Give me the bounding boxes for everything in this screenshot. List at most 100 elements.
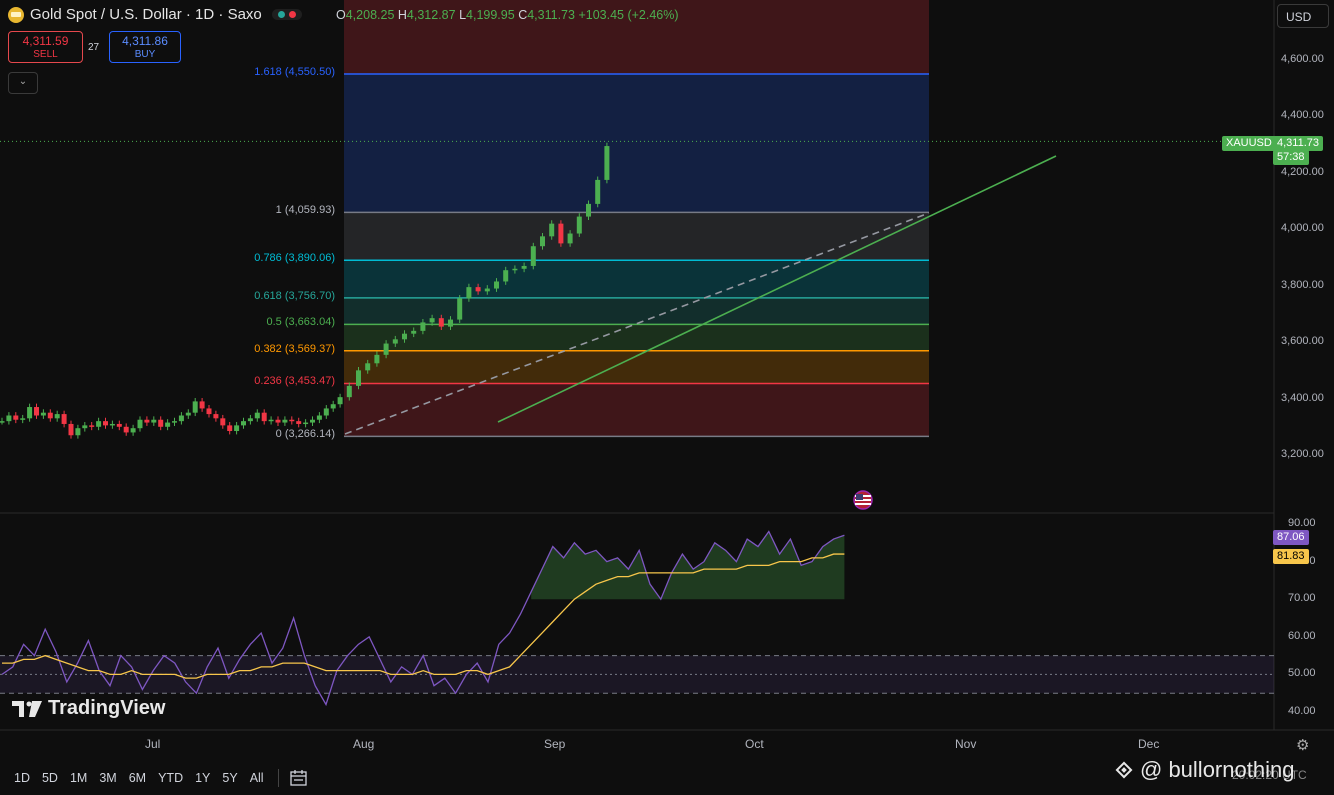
candle-body (54, 414, 60, 419)
candle-body (420, 322, 426, 331)
candle-body (27, 407, 33, 419)
market-open-icon (277, 11, 285, 18)
price-axis-label: 3,400.00 (1281, 391, 1324, 404)
candle-body (89, 425, 95, 427)
candle-body (151, 419, 157, 423)
symbol-title-text: Gold Spot / U.S. Dollar · 1D · Saxo (30, 6, 262, 23)
candle-body (503, 270, 509, 282)
buy-label: BUY (134, 49, 156, 60)
high-value: 4,312.87 (406, 8, 456, 22)
candle-body (61, 414, 67, 424)
delayed-data-icon (288, 11, 296, 18)
close-value: 4,311.73 (527, 8, 575, 22)
candle-body (475, 287, 481, 292)
candle-body (109, 423, 115, 426)
market-status[interactable] (271, 9, 302, 20)
time-axis-label: Aug (353, 737, 375, 751)
candle-body (261, 412, 267, 422)
candle-body (310, 419, 315, 423)
us-flag-icon[interactable] (852, 490, 874, 510)
price-axis-label: 3,800.00 (1281, 278, 1324, 291)
fib-level-label: 0.618 (3,756.70) (254, 289, 335, 302)
candle-body (241, 421, 246, 426)
fib-zone (344, 73, 929, 213)
price-axis-label: 3,200.00 (1281, 448, 1324, 460)
candle-body (595, 179, 601, 204)
rsi-axis-label: 40.00 (1288, 705, 1316, 717)
candle-body (199, 401, 205, 409)
time-axis-label: Sep (544, 737, 566, 751)
candle-body (604, 146, 610, 180)
candle-body (549, 223, 555, 237)
candle-body (34, 407, 39, 416)
range-1y[interactable]: 1Y (191, 769, 214, 787)
sell-button[interactable]: 4,311.59 SELL (8, 31, 83, 63)
rsi-value-tag: 87.06 (1273, 530, 1309, 545)
fib-level-label: 0.5 (3,663.04) (266, 316, 336, 329)
fib-level-label: 0 (3,266.14) (275, 428, 335, 441)
candle-body (383, 343, 389, 355)
price-axis-label: 3,600.00 (1281, 335, 1324, 348)
range-ytd[interactable]: YTD (154, 769, 187, 787)
candle-body (213, 414, 219, 419)
candle-body (558, 223, 564, 244)
candle-body (530, 246, 536, 266)
candle-body (576, 216, 582, 234)
range-5d[interactable]: 5D (38, 769, 62, 787)
toolbar-divider (277, 769, 279, 787)
watermark-text: @ bullornothing (1140, 757, 1295, 782)
candle-body (178, 415, 184, 422)
candle-body (392, 339, 398, 344)
fib-level-label: 0.236 (3,453.47) (254, 375, 335, 388)
candle-body (289, 419, 295, 422)
candle-body (247, 418, 253, 422)
candle-body (330, 404, 336, 409)
candle-body (144, 419, 150, 423)
candle-body (586, 203, 591, 217)
candle-body (484, 288, 490, 292)
candle-body (206, 408, 212, 415)
candle-body (40, 412, 46, 416)
candle-body (0, 421, 5, 423)
range-1d[interactable]: 1D (10, 769, 34, 787)
rsi-axis-label: 60.00 (1288, 629, 1316, 642)
candle-body (429, 318, 435, 323)
range-3m[interactable]: 3M (95, 769, 120, 787)
low-label: L (459, 8, 467, 22)
candle-body (411, 330, 417, 334)
rsi-axis-label: 90.00 (1288, 517, 1316, 529)
candle-body (6, 415, 12, 422)
candle-body (220, 418, 226, 426)
symbol-title[interactable]: Gold Spot / U.S. Dollar · 1D · Saxo (8, 6, 302, 23)
candle-body (185, 412, 191, 416)
currency-select-value: USD (1286, 10, 1312, 24)
binance-logo-icon (1115, 761, 1133, 779)
range-1m[interactable]: 1M (66, 769, 91, 787)
candle-body (158, 419, 164, 427)
gear-icon[interactable]: ⚙ (1296, 736, 1309, 754)
candle-body (402, 333, 407, 340)
close-label: C (518, 8, 528, 22)
candle-body (172, 421, 177, 423)
tradingview-logo: TradingView (12, 697, 165, 720)
currency-select[interactable]: USD (1277, 4, 1329, 28)
candle-body (13, 415, 19, 420)
candle-body (137, 419, 143, 429)
sell-price: 4,311.59 (22, 34, 69, 48)
fib-level-label: 1.618 (4,550.50) (254, 65, 335, 78)
time-axis-label: Nov (955, 737, 977, 751)
candle-body (103, 421, 108, 426)
bar-countdown: 57:38 (1273, 150, 1309, 165)
calendar-range-icon[interactable] (289, 769, 309, 787)
range-5y[interactable]: 5Y (218, 769, 241, 787)
candle-body (337, 397, 343, 405)
candle-body (466, 287, 472, 299)
buy-button[interactable]: 4,311.86 BUY (109, 31, 181, 63)
candle-body (47, 412, 53, 419)
fib-level-label: 1 (4,059.93) (275, 204, 335, 217)
open-label: O (336, 8, 346, 22)
price-chart[interactable] (0, 0, 1334, 795)
price-axis-label: 4,400.00 (1281, 109, 1324, 122)
range-6m[interactable]: 6M (125, 769, 150, 787)
range-all[interactable]: All (246, 769, 268, 787)
